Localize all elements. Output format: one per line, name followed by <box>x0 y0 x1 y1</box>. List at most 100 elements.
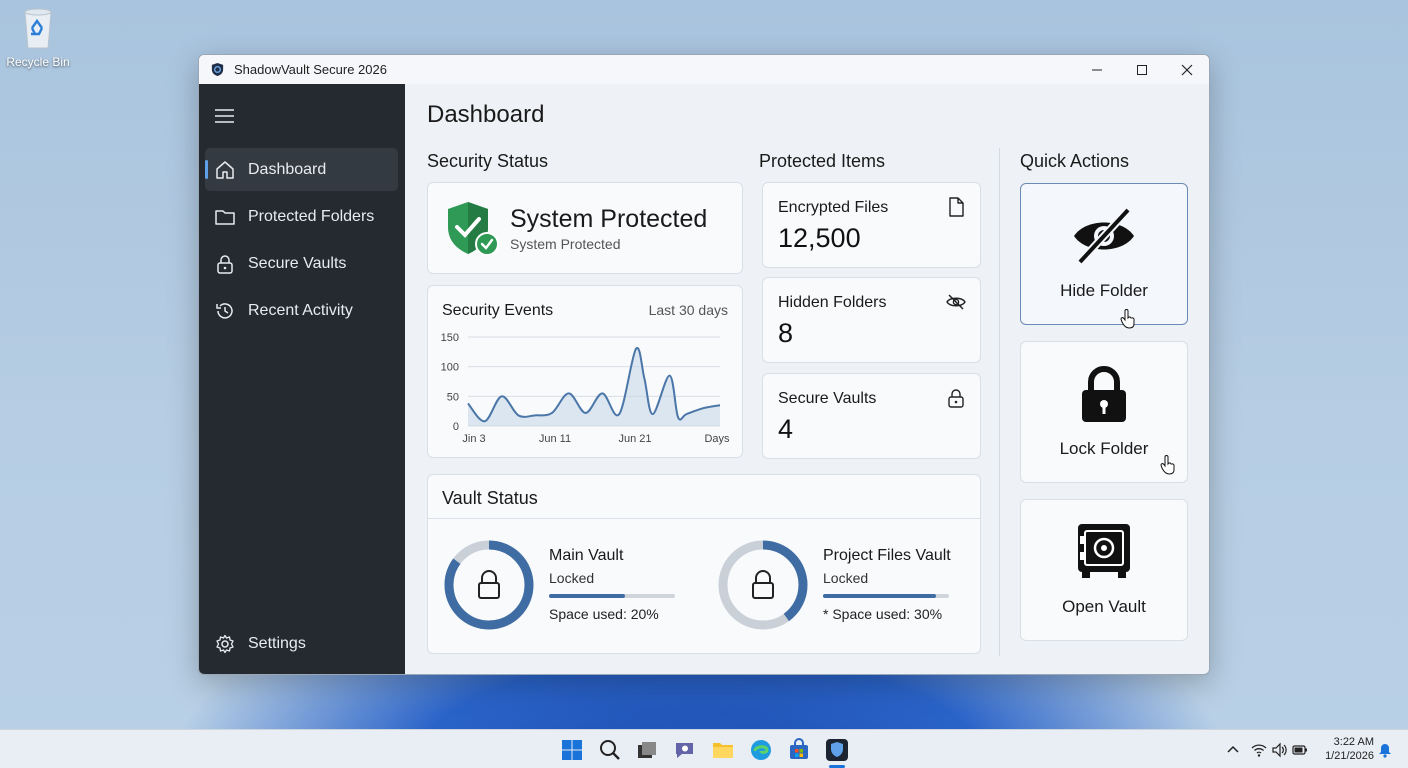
recycle-bin-icon <box>24 8 52 49</box>
sidebar-item-recent-activity[interactable]: Recent Activity <box>205 289 398 332</box>
minimize-icon <box>1091 69 1102 70</box>
security-status-card: System Protected System Protected <box>427 182 743 274</box>
notification-bell-icon[interactable] <box>1377 742 1393 758</box>
window-title: ShadowVault Secure 2026 <box>234 62 387 77</box>
shadowvault-taskbar-icon[interactable] <box>825 738 849 762</box>
task-view-icon[interactable] <box>635 738 659 762</box>
page-title: Dashboard <box>427 101 545 128</box>
padlock-icon <box>1082 366 1126 422</box>
vault-space-used: * Space used: 30% <box>823 606 943 622</box>
edge-browser-icon[interactable] <box>749 738 773 762</box>
stat-card-hidden-folders[interactable]: Hidden Folders 8 <box>762 277 981 363</box>
clock[interactable]: 3:22 AM 1/21/2026 <box>1325 735 1374 763</box>
vault-state: Locked <box>823 570 869 586</box>
series-area <box>468 347 720 426</box>
security-events-chart: 0 50 100 150 Jin 3 Jun 11 Jun 21 Days <box>441 332 730 445</box>
lock-icon <box>752 570 774 599</box>
stat-label: Hidden Folders <box>778 294 887 311</box>
vault-name: Main Vault <box>549 547 624 564</box>
sidebar-item-protected-folders[interactable]: Protected Folders <box>205 195 398 238</box>
sidebar-item-settings[interactable]: Settings <box>205 622 398 665</box>
stat-value: 4 <box>778 414 794 444</box>
quick-actions-heading: Quick Actions <box>1020 151 1130 171</box>
vault-usage-fill <box>549 594 625 598</box>
battery-icon[interactable] <box>1292 742 1308 758</box>
stat-card-encrypted-files[interactable]: Encrypted Files 12,500 <box>762 182 981 268</box>
sidebar-item-label: Protected Folders <box>248 207 375 225</box>
divider <box>428 518 980 519</box>
home-icon <box>216 160 234 179</box>
hand-cursor-icon <box>1120 309 1135 329</box>
status-subtext: System Protected <box>510 236 621 252</box>
sidebar-item-dashboard[interactable]: Dashboard <box>205 148 398 191</box>
y-tick-label: 100 <box>441 362 459 374</box>
close-icon <box>1181 64 1192 75</box>
stat-value: 12,500 <box>778 223 861 253</box>
hide-folder-label: Hide Folder <box>1060 281 1148 300</box>
store-icon[interactable] <box>787 738 811 762</box>
vault-usage-ring <box>718 540 808 630</box>
lock-icon <box>217 254 233 274</box>
vault-space-used: Space used: 20% <box>549 606 659 622</box>
vault-status-card: Vault Status Main Vault Locked Space use… <box>427 474 981 654</box>
file-icon <box>949 197 964 217</box>
title-bar[interactable]: ShadowVault Secure 2026 <box>199 55 1209 84</box>
x-tick-label: Days <box>704 433 730 445</box>
app-window: ShadowVault Secure 2026 Dashboard Protec… <box>198 54 1210 675</box>
hamburger-menu-icon[interactable] <box>215 108 234 124</box>
x-tick-label: Jun 11 <box>539 433 571 445</box>
settings-label: Settings <box>248 634 306 652</box>
security-events-card: Security Events Last 30 days 0 50 100 150 Ji… <box>427 285 743 458</box>
vault-main[interactable]: Main Vault Locked Space used: 20% <box>443 539 703 635</box>
wifi-icon[interactable] <box>1251 742 1267 758</box>
x-tick-label: Jun 21 <box>618 433 651 445</box>
eye-off-icon <box>946 294 966 310</box>
stat-label: Encrypted Files <box>778 199 889 216</box>
maximize-icon <box>1136 64 1147 75</box>
lock-icon <box>478 570 500 599</box>
shield-logo-icon <box>211 62 224 77</box>
open-vault-label: Open Vault <box>1062 597 1146 616</box>
hide-folder-button[interactable]: Hide Folder <box>1020 183 1188 325</box>
vault-usage-bar <box>549 594 675 598</box>
hand-cursor-icon <box>1160 455 1175 475</box>
chat-icon[interactable] <box>673 738 697 762</box>
vault-usage-ring <box>444 540 534 630</box>
safe-icon <box>1078 524 1130 578</box>
vault-project-files[interactable]: Project Files Vault Locked * Space used:… <box>717 539 977 635</box>
volume-icon[interactable] <box>1271 742 1287 758</box>
status-headline: System Protected <box>510 205 708 233</box>
y-tick-label: 0 <box>453 421 459 433</box>
vault-usage-fill <box>823 594 937 598</box>
minimize-button[interactable] <box>1074 55 1119 84</box>
eye-off-icon <box>1074 207 1134 265</box>
search-icon[interactable] <box>598 738 622 762</box>
sidebar-item-label: Recent Activity <box>248 301 353 319</box>
shield-check-icon <box>448 202 499 256</box>
recycle-bin[interactable]: Recycle Bin <box>6 6 70 69</box>
vault-name: Project Files Vault <box>823 547 951 564</box>
file-explorer-icon[interactable] <box>711 738 735 762</box>
vault-usage-bar <box>823 594 949 598</box>
stat-value: 8 <box>778 318 794 348</box>
open-vault-button[interactable]: Open Vault <box>1020 499 1188 641</box>
events-range: Last 30 days <box>648 302 728 318</box>
stat-card-secure-vaults[interactable]: Secure Vaults 4 <box>762 373 981 459</box>
lock-icon <box>948 389 964 408</box>
maximize-button[interactable] <box>1119 55 1164 84</box>
close-button[interactable] <box>1164 55 1209 84</box>
clock-time: 3:22 AM <box>1333 736 1374 748</box>
stat-label: Secure Vaults <box>778 390 877 407</box>
y-tick-label: 150 <box>441 332 459 344</box>
chevron-up-icon[interactable] <box>1225 742 1241 758</box>
vault-status-title: Vault Status <box>442 488 538 508</box>
sidebar-item-label: Dashboard <box>248 160 327 178</box>
vault-state: Locked <box>549 570 595 586</box>
start-icon[interactable] <box>560 738 584 762</box>
y-tick-label: 50 <box>447 391 459 403</box>
gear-icon <box>216 634 234 653</box>
sidebar-item-label: Secure Vaults <box>248 254 347 272</box>
recycle-bin-label: Recycle Bin <box>6 55 70 69</box>
folder-icon <box>215 209 235 225</box>
sidebar-item-secure-vaults[interactable]: Secure Vaults <box>205 242 398 285</box>
